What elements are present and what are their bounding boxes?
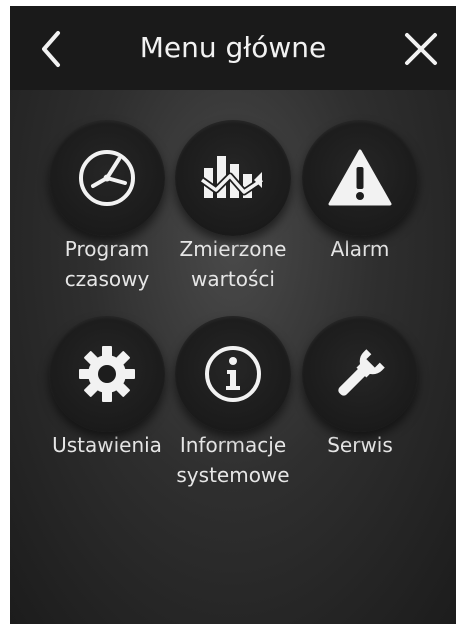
tile-alarm-circle[interactable] (302, 120, 418, 236)
warning-icon (328, 149, 392, 206)
tile-service-label: Serwis (327, 433, 393, 457)
close-icon (405, 33, 437, 65)
tile-measured-values-circle[interactable] (175, 120, 291, 236)
clock-icon (79, 150, 135, 206)
tile-settings-circle[interactable] (49, 316, 165, 432)
gear-icon (79, 346, 135, 402)
tile-system-info-circle[interactable] (175, 316, 291, 432)
wrench-icon (338, 349, 385, 396)
header-bar: Menu główne (10, 6, 456, 90)
page-title: Menu główne (139, 31, 327, 64)
back-button[interactable] (24, 22, 78, 76)
tile-alarm-label: Alarm (330, 237, 390, 261)
measured-values-icon (200, 156, 264, 198)
tile-service-circle[interactable] (302, 316, 418, 432)
tile-time-program-circle[interactable] (49, 120, 165, 236)
tile-alarm[interactable]: Alarm (285, 120, 435, 264)
info-icon (205, 346, 261, 402)
chevron-left-icon (42, 31, 60, 67)
main-menu-screen: Menu główne Program czasowy Zmierzone wa… (10, 6, 456, 624)
close-button[interactable] (394, 22, 448, 76)
tile-service[interactable]: Serwis (285, 316, 435, 460)
